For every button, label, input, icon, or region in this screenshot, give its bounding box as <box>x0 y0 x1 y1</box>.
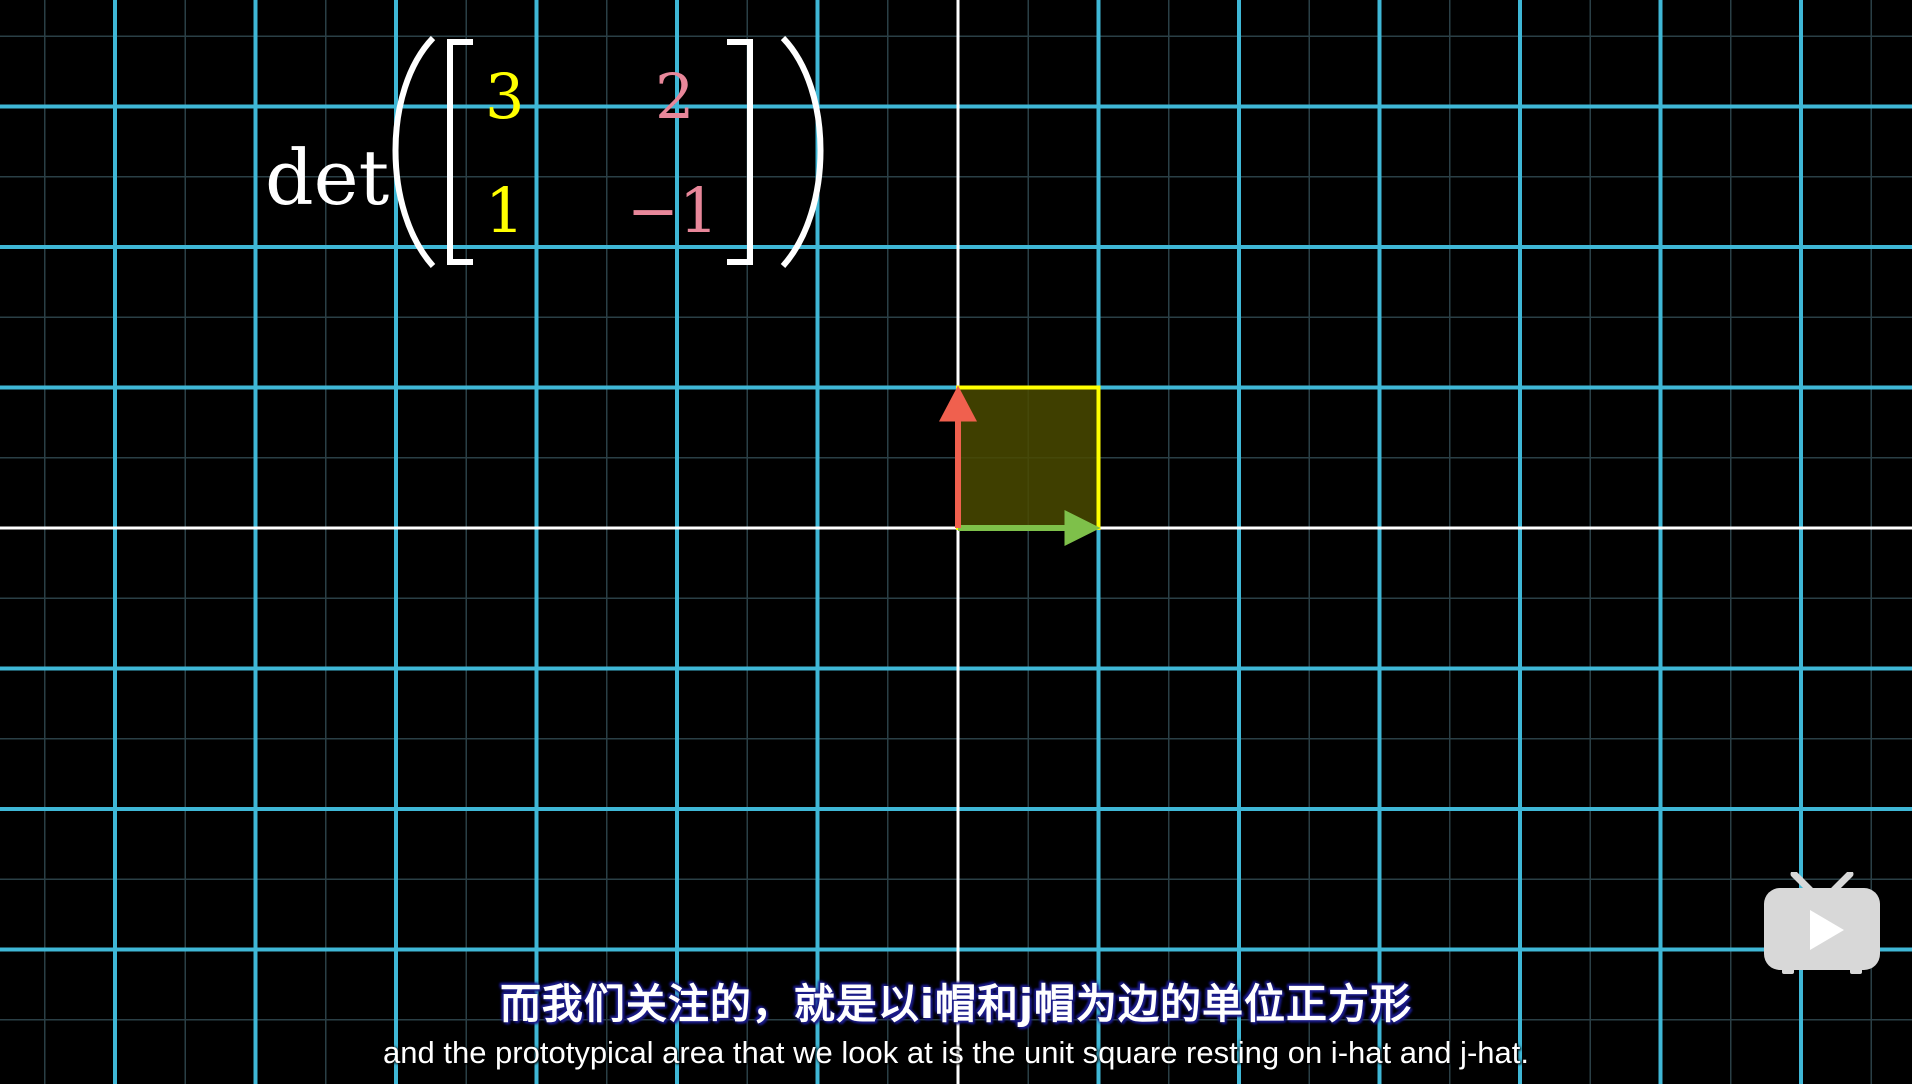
matrix-entry-1-2: 2 <box>655 60 695 133</box>
matrix-brackets <box>392 35 824 268</box>
subtitle-chinese: 而我们关注的，就是以i帽和j帽为边的单位正方形 <box>499 980 1413 1028</box>
determinant-formula: det 3 2 1 −1 <box>265 30 825 280</box>
matrix-entry-2-1: 1 <box>485 174 525 247</box>
video-frame[interactable]: det 3 2 1 −1 而我们关注的，就是以i帽和j帽为边的单位正方形 and… <box>0 0 1912 1084</box>
subtitle-english: and the prototypical area that we look a… <box>383 1035 1529 1070</box>
unit-square <box>956 385 1101 530</box>
matrix-entry-1-1: 3 <box>485 60 525 133</box>
tv-play-icon[interactable] <box>1760 872 1884 976</box>
matrix-entry-2-2: −1 <box>627 174 719 247</box>
